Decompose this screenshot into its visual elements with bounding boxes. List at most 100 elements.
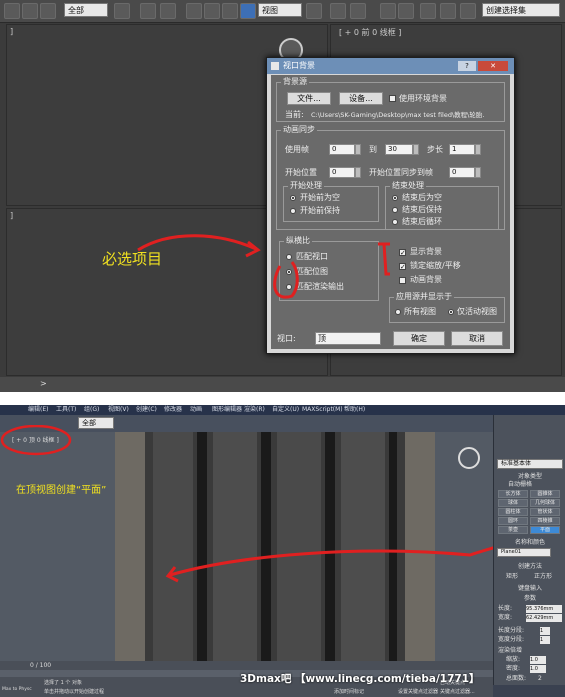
- menu-item[interactable]: 工具(T): [56, 406, 76, 414]
- apply-option-1: 所有视图: [404, 307, 436, 316]
- pivot-icon[interactable]: [306, 3, 322, 19]
- start-position-input[interactable]: 0: [329, 167, 355, 178]
- dialog-titlebar[interactable]: 视口背景 ? ✕: [267, 58, 514, 74]
- apply-radio-1[interactable]: [395, 309, 401, 315]
- help-button[interactable]: ?: [458, 61, 476, 71]
- named-selection-dropdown[interactable]: 创建选择集: [482, 3, 560, 17]
- key-filters-button[interactable]: 关键点过滤器...: [440, 688, 475, 695]
- percent-snap-icon[interactable]: [420, 3, 436, 19]
- use-frame-input[interactable]: 0: [329, 144, 355, 155]
- edit-named-selection-icon[interactable]: [460, 3, 476, 19]
- menu-item[interactable]: 修改器: [164, 406, 182, 414]
- files-button[interactable]: 文件...: [287, 92, 331, 105]
- density-input[interactable]: 1.0: [530, 665, 546, 673]
- step-input[interactable]: 1: [449, 144, 475, 155]
- end-proc-radio-2[interactable]: [392, 207, 398, 213]
- use-env-checkbox[interactable]: [389, 95, 396, 102]
- cylinder-button[interactable]: 圆柱体: [498, 508, 528, 516]
- selection-filter-dropdown[interactable]: 全部: [64, 3, 108, 17]
- object-name-input[interactable]: Plane01: [497, 548, 551, 557]
- primitive-type-dropdown[interactable]: 标准基本体: [497, 459, 563, 469]
- keyboard-entry-heading[interactable]: 键盘输入: [498, 585, 562, 593]
- cone-button[interactable]: 圆锥体: [530, 490, 560, 498]
- width-segs-input[interactable]: 1: [540, 636, 550, 644]
- step-spinner[interactable]: [475, 144, 481, 155]
- scale-icon[interactable]: [222, 3, 238, 19]
- link-icon[interactable]: [22, 3, 38, 19]
- menu-item[interactable]: 创建(C): [136, 406, 157, 414]
- menu-item[interactable]: 帮助(H): [344, 406, 365, 414]
- length-segs-input[interactable]: 1: [540, 627, 550, 635]
- maxscript-listener[interactable]: Max to Physc: [2, 687, 32, 692]
- pyramid-button[interactable]: 四棱锥: [530, 517, 560, 525]
- lock-zoom-pan-checkbox[interactable]: ✓: [399, 263, 406, 271]
- key-filters-label[interactable]: 设置关键点过滤器: [398, 688, 438, 695]
- menu-item[interactable]: 编辑(E): [28, 406, 48, 414]
- devices-button[interactable]: 设备...: [339, 92, 383, 105]
- menu-item[interactable]: 组(G): [84, 406, 99, 414]
- tube-button[interactable]: 管状体: [530, 508, 560, 516]
- width-input[interactable]: 62.429mm: [526, 614, 562, 622]
- display-background-checkbox[interactable]: ✓: [399, 249, 406, 257]
- group-title: 开始处理: [288, 181, 324, 191]
- keyboard-shortcut-icon[interactable]: [350, 3, 366, 19]
- sync-start-spinner[interactable]: [475, 167, 481, 178]
- ok-button[interactable]: 确定: [393, 331, 445, 346]
- sync-start-input[interactable]: 0: [449, 167, 475, 178]
- add-time-tag[interactable]: 添加时间标记: [334, 688, 364, 695]
- geosphere-button[interactable]: 几何球体: [530, 499, 560, 507]
- name-color-heading: 名称和颜色: [514, 539, 545, 546]
- viewport-select[interactable]: 顶: [315, 332, 381, 345]
- torus-button[interactable]: 圆环: [498, 517, 528, 525]
- select-region-icon[interactable]: [160, 3, 176, 19]
- group-title: 结束处理: [390, 181, 426, 191]
- plane-button[interactable]: 平面: [530, 526, 560, 534]
- viewport-layout-icon[interactable]: [240, 3, 256, 19]
- menu-item[interactable]: 视图(V): [108, 406, 129, 414]
- viewport-label[interactable]: ]: [10, 211, 13, 220]
- rotate-icon[interactable]: [204, 3, 220, 19]
- frame-counter[interactable]: 0 / 100: [30, 662, 51, 669]
- menu-item[interactable]: 自定义(U): [272, 406, 299, 414]
- apply-radio-2[interactable]: [448, 309, 454, 315]
- annotation-marks: [0, 425, 547, 641]
- angle-snap-icon[interactable]: [398, 3, 414, 19]
- undo-icon[interactable]: [4, 3, 20, 19]
- menu-item[interactable]: 渲染(R): [244, 406, 265, 414]
- lock-zoom-pan-label: 锁定缩放/平移: [410, 261, 461, 270]
- start-proc-radio-1[interactable]: [290, 195, 296, 201]
- menu-item[interactable]: 动画: [190, 406, 202, 414]
- menu-item[interactable]: MAXScript(M): [302, 406, 343, 414]
- length-input[interactable]: 95.376mm: [526, 605, 562, 613]
- unlink-icon[interactable]: [40, 3, 56, 19]
- start-position-spinner[interactable]: [355, 167, 361, 178]
- animate-background-checkbox[interactable]: [399, 277, 406, 284]
- time-slider-arrow[interactable]: >: [40, 379, 47, 388]
- use-frame-spinner[interactable]: [355, 144, 361, 155]
- select-object-icon[interactable]: [114, 3, 130, 19]
- sphere-button[interactable]: 球体: [498, 499, 528, 507]
- teapot-button[interactable]: 茶壶: [498, 526, 528, 534]
- reference-coordinate-dropdown[interactable]: 视图: [258, 3, 302, 17]
- viewport-label[interactable]: ]: [10, 27, 13, 36]
- move-icon[interactable]: [186, 3, 202, 19]
- close-button[interactable]: ✕: [478, 61, 508, 71]
- time-slider[interactable]: >: [0, 377, 565, 392]
- snap-toggle-icon[interactable]: [380, 3, 396, 19]
- box-button[interactable]: 长方体: [498, 490, 528, 498]
- start-proc-radio-2[interactable]: [290, 208, 296, 214]
- to-input[interactable]: 30: [385, 144, 413, 155]
- select-cursor-icon[interactable]: [140, 3, 156, 19]
- to-spinner[interactable]: [413, 144, 419, 155]
- end-proc-radio-3[interactable]: [392, 219, 398, 225]
- cancel-button[interactable]: 取消: [451, 331, 503, 346]
- select-manipulate-icon[interactable]: [330, 3, 346, 19]
- app-icon: [271, 62, 279, 70]
- end-proc-radio-1[interactable]: [392, 195, 398, 201]
- scale-input[interactable]: 1.0: [530, 656, 546, 664]
- viewport-label-front[interactable]: [ + 0 前 0 线框 ]: [339, 27, 401, 38]
- spinner-snap-icon[interactable]: [440, 3, 456, 19]
- creation-option-2[interactable]: 正方形: [534, 573, 565, 581]
- menu-item[interactable]: 图形编辑器: [212, 406, 242, 414]
- main-toolbar: 全部 视图 创建选择集: [0, 0, 565, 23]
